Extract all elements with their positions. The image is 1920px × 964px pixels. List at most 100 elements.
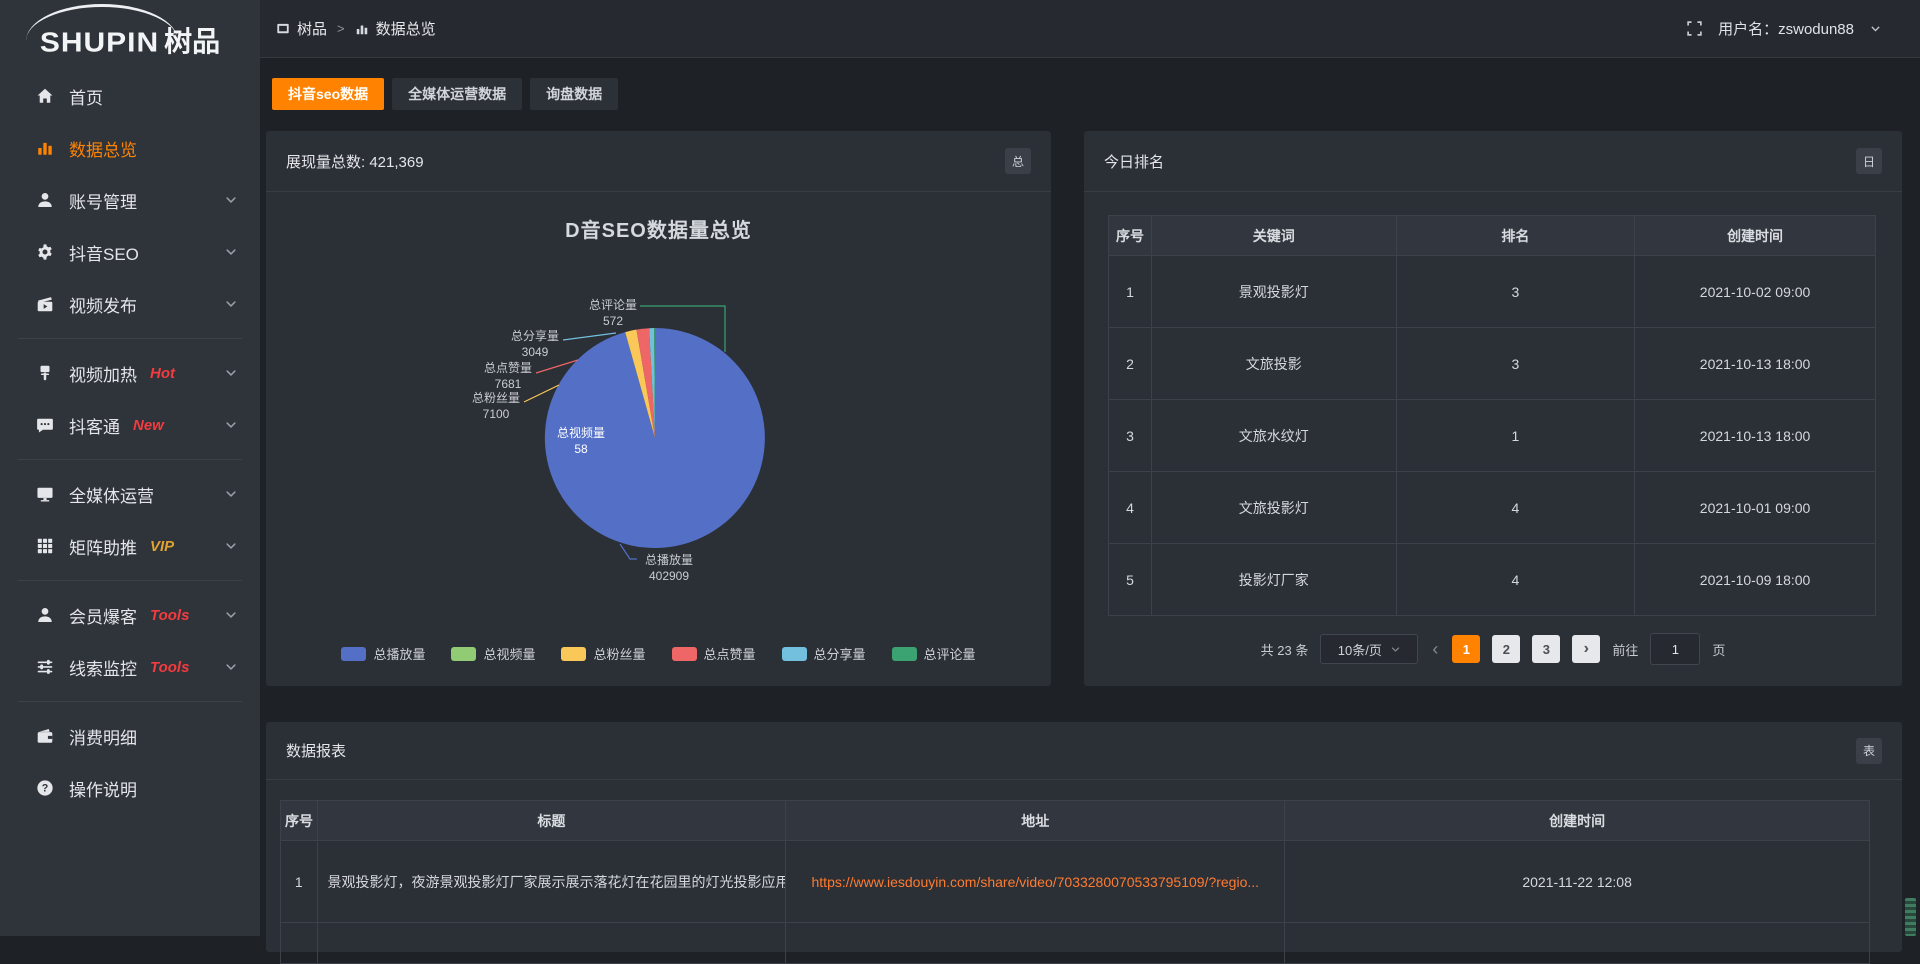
- floating-widget[interactable]: [1905, 898, 1916, 936]
- report-table: 序号标题地址创建时间1景观投影灯，夜游景观投影灯厂家展示展示落花灯在花园里的灯光…: [280, 800, 1870, 964]
- sidebar-item-clue-monitor[interactable]: 线索监控 Tools: [0, 641, 260, 693]
- sidebar-item-consume-detail[interactable]: 消费明细: [0, 710, 260, 762]
- data-report-panel: 数据报表 表 序号标题地址创建时间1景观投影灯，夜游景观投影灯厂家展示展示落花灯…: [266, 722, 1902, 952]
- sidebar-item-douketong[interactable]: 抖客通 New: [0, 399, 260, 451]
- legend-item-4[interactable]: 总分享量: [782, 644, 866, 663]
- bar-chart-icon: [355, 22, 369, 36]
- chevron-down-icon[interactable]: [1869, 22, 1882, 35]
- sidebar-item-label: 首页: [69, 84, 103, 109]
- sidebar-item-badge: New: [133, 417, 164, 434]
- pagination: 共 23 条10条/页‹123›前往页: [1108, 633, 1878, 665]
- page-button-3[interactable]: 3: [1532, 635, 1560, 663]
- legend-label: 总点赞量: [704, 644, 756, 663]
- legend-label: 总播放量: [373, 644, 425, 663]
- today-ranking-panel: 今日排名 日 序号关键词排名创建时间1景观投影灯32021-10-02 09:0…: [1084, 131, 1902, 686]
- tab-douyin-seo-data[interactable]: 抖音seo数据: [272, 78, 384, 110]
- user-icon: [36, 191, 54, 209]
- legend-label: 总视频量: [483, 644, 535, 663]
- sidebar-item-home[interactable]: 首页: [0, 70, 260, 122]
- sidebar-item-label: 线索监控: [69, 655, 137, 680]
- table-cell: 4: [1396, 472, 1635, 544]
- table-cell: 2021-10-01 09:00: [1635, 472, 1876, 544]
- column-header: 序号: [281, 801, 318, 841]
- page-button-1[interactable]: 1: [1452, 635, 1480, 663]
- chevron-down-icon: [224, 539, 238, 553]
- impressions-total: 展现量总数: 421,369: [286, 151, 424, 172]
- wallet-icon: [36, 727, 54, 745]
- report-link[interactable]: https://www.iesdouyin.com/share/video/70…: [786, 841, 1285, 923]
- sidebar-item-account-manage[interactable]: 账号管理: [0, 174, 260, 226]
- sidebar-item-badge: VIP: [150, 538, 174, 555]
- chevron-down-icon: [224, 245, 238, 259]
- sidebar-item-data-overview[interactable]: 数据总览: [0, 122, 260, 174]
- sidebar-item-badge: Tools: [150, 607, 189, 624]
- fullscreen-icon[interactable]: [1686, 20, 1703, 37]
- table-row: 5投影灯厂家42021-10-09 18:00: [1109, 544, 1876, 616]
- page-size-select[interactable]: 10条/页: [1320, 634, 1418, 664]
- heat-icon: [36, 364, 54, 382]
- sidebar-item-video-publish[interactable]: 视频发布: [0, 278, 260, 330]
- legend-item-5[interactable]: 总评论量: [892, 644, 976, 663]
- table-cell: 景观投影灯: [1151, 256, 1396, 328]
- table-cell: [317, 923, 786, 964]
- tab-inquiry-data[interactable]: 询盘数据: [530, 78, 618, 110]
- table-cell: 2021-11-22 12:08: [1285, 841, 1870, 923]
- breadcrumb-current[interactable]: 数据总览: [376, 18, 436, 39]
- topbar: 树品 > 数据总览 用户名：zswodun88: [260, 0, 1920, 58]
- legend-swatch: [672, 647, 697, 661]
- sidebar-divider: [18, 459, 242, 460]
- pie-label-plays: 总播放量402909: [624, 552, 714, 584]
- legend-swatch: [782, 647, 807, 661]
- legend-item-0[interactable]: 总播放量: [341, 644, 425, 663]
- total-toggle-button[interactable]: 总: [1005, 148, 1031, 174]
- sidebar-item-douyin-seo[interactable]: 抖音SEO: [0, 226, 260, 278]
- logo: SHUPIN 树品: [0, 0, 260, 68]
- legend-item-1[interactable]: 总视频量: [451, 644, 535, 663]
- chevron-down-icon: [224, 366, 238, 380]
- breadcrumb: 树品 > 数据总览: [276, 18, 436, 39]
- table-toggle-button[interactable]: 表: [1856, 738, 1882, 764]
- page-size-value: 10条/页: [1338, 640, 1382, 659]
- table-cell: [786, 923, 1285, 964]
- legend-item-3[interactable]: 总点赞量: [672, 644, 756, 663]
- table-cell: 2021-10-13 18:00: [1635, 328, 1876, 400]
- sidebar-item-help[interactable]: ?操作说明: [0, 762, 260, 814]
- goto-page-input[interactable]: [1650, 633, 1700, 665]
- chevron-down-icon: [224, 193, 238, 207]
- sidebar-item-video-heat[interactable]: 视频加热Hot: [0, 347, 260, 399]
- table-row: 4文旅投影灯42021-10-01 09:00: [1109, 472, 1876, 544]
- table-cell: 3: [1396, 328, 1635, 400]
- sidebar-item-member-baoke[interactable]: 会员爆客Tools: [0, 589, 260, 641]
- sidebar-item-label: 视频加热: [69, 361, 137, 386]
- sidebar-item-badge: Tools: [150, 659, 189, 676]
- sidebar-item-label: 抖客通: [69, 413, 120, 438]
- table-row: 2文旅投影32021-10-13 18:00: [1109, 328, 1876, 400]
- sidebar-divider: [18, 338, 242, 339]
- day-toggle-button[interactable]: 日: [1856, 148, 1882, 174]
- video-publish-icon: [36, 295, 54, 313]
- username[interactable]: 用户名：zswodun88: [1718, 18, 1854, 39]
- table-cell: 1: [1109, 256, 1152, 328]
- report-title: 数据报表: [286, 740, 346, 761]
- pie-label-videos: 总视频量58: [536, 425, 626, 457]
- legend-swatch: [451, 647, 476, 661]
- table-cell: 5: [1109, 544, 1152, 616]
- tab-media-ops-data[interactable]: 全媒体运营数据: [392, 78, 522, 110]
- legend-item-2[interactable]: 总粉丝量: [561, 644, 645, 663]
- page-button-2[interactable]: 2: [1492, 635, 1520, 663]
- sidebar-divider: [18, 701, 242, 702]
- table-row: [281, 923, 1870, 964]
- sidebar-item-media-ops[interactable]: 全媒体运营: [0, 468, 260, 520]
- pie-label-comments: 总评论量572: [568, 297, 658, 329]
- chevron-down-icon: [1390, 644, 1401, 655]
- sidebar-item-matrix-boost[interactable]: 矩阵助推VIP: [0, 520, 260, 572]
- next-page-button[interactable]: ›: [1572, 635, 1600, 663]
- prev-page-button[interactable]: ‹: [1432, 640, 1438, 658]
- report-panel-header: 数据报表 表: [266, 722, 1902, 780]
- table-cell: 4: [1396, 544, 1635, 616]
- pie-label-fans: 总粉丝量7100: [451, 390, 541, 422]
- table-cell: 文旅水纹灯: [1151, 400, 1396, 472]
- table-cell: 2021-10-13 18:00: [1635, 400, 1876, 472]
- table-cell: 2: [1109, 328, 1152, 400]
- breadcrumb-root[interactable]: 树品: [297, 18, 327, 39]
